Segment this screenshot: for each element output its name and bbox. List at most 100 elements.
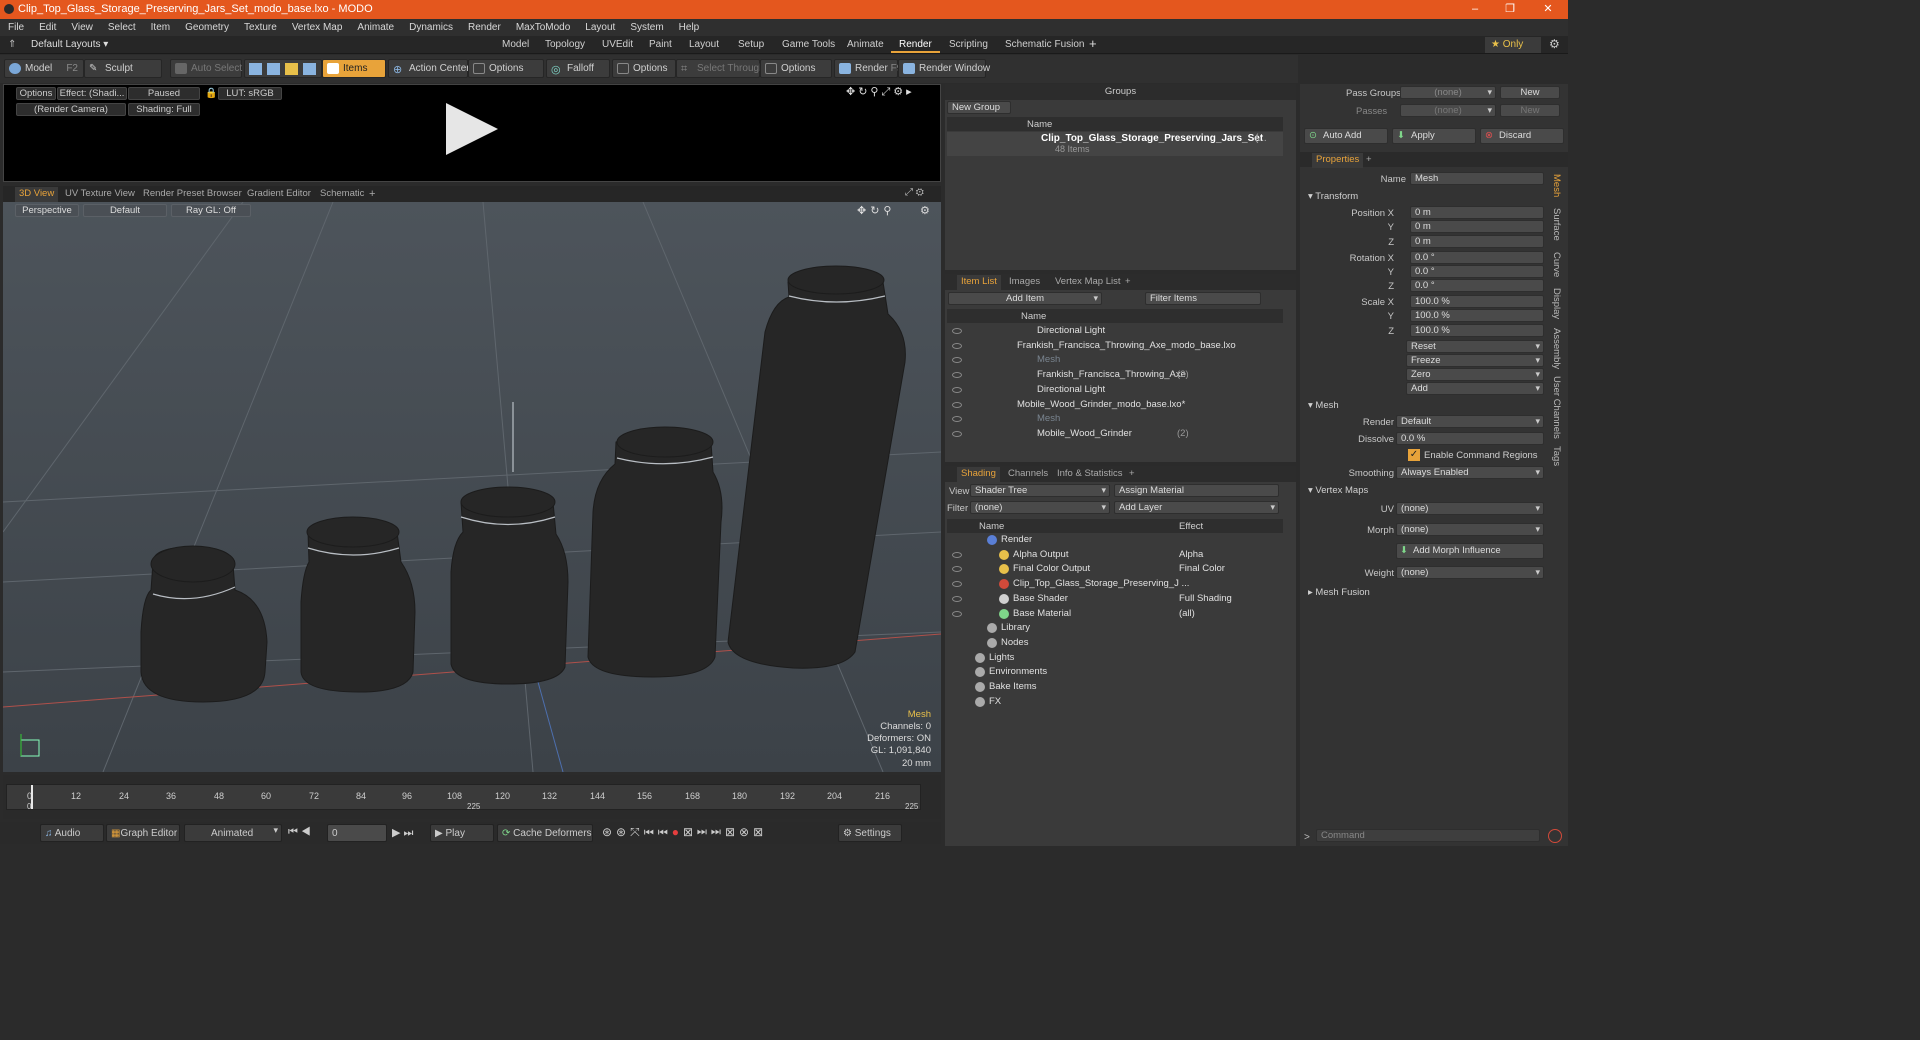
visibility-eye-icon[interactable] [952,416,962,423]
shader-layer-effect[interactable]: Full Shading [1179,593,1232,604]
render-button[interactable]: Render F9 [834,59,902,78]
add-morph-influence-button[interactable]: ⬇ Add Morph Influence [1396,543,1544,559]
action-center-options-button[interactable]: Options [468,59,544,78]
menu-geometry[interactable]: Geometry [177,19,236,33]
shader-tree-row[interactable]: Nodes [947,636,1283,650]
render-camera-dropdown[interactable]: (Render Camera) [16,103,126,116]
shader-tree-row[interactable]: Library [947,621,1283,635]
tab-game-tools[interactable]: Game Tools [774,37,843,53]
weight-dropdown[interactable]: (none) [1396,566,1544,579]
rotation-x-input[interactable]: 0.0 ° [1410,251,1544,264]
rotation-y-input[interactable]: 0.0 ° [1410,265,1544,278]
group-row[interactable]: Clip_Top_Glass_Storage_Preserving_Jars_S… [947,132,1283,156]
morph-dropdown[interactable]: (none) [1396,523,1544,536]
shader-tree-row[interactable]: Final Color Output Final Color [947,562,1283,576]
add-tab-button[interactable]: + [1125,467,1139,482]
enable-command-regions-checkbox[interactable]: ✓ [1408,449,1420,461]
tab-item-list[interactable]: Item List [957,275,1001,290]
render-preview[interactable]: Options Effect: (Shadi... Paused 🔒 LUT: … [3,84,941,182]
lock-icon[interactable]: 🔒 [205,88,217,99]
jar-5-lid[interactable] [787,265,885,295]
new-pass-group-button[interactable]: New [1500,86,1560,99]
visibility-eye-icon[interactable] [952,595,962,602]
menu-animate[interactable]: Animate [349,19,401,33]
side-tab-tags[interactable]: Tags [1551,446,1562,466]
visibility-eye-icon[interactable] [952,566,962,573]
close-button[interactable]: ✕ [1541,2,1555,16]
visibility-eye-icon[interactable] [952,430,962,437]
cache-deformers-button[interactable]: ⟳ Cache Deformers [497,824,593,842]
current-frame-field[interactable]: 0 [327,824,387,842]
menu-select[interactable]: Select [100,19,143,33]
select-through-options-button[interactable]: Options [760,59,832,78]
menu-help[interactable]: Help [671,19,707,33]
audio-button[interactable]: ♫ Audio [40,824,104,842]
sculpt-mode-button[interactable]: ✎ Sculpt [84,59,162,78]
tab-gradient-editor[interactable]: Gradient Editor [243,187,315,202]
position-y-input[interactable]: 0 m [1410,220,1544,233]
scale-y-input[interactable]: 100.0 % [1410,309,1544,322]
default-layouts-dropdown[interactable]: Default Layouts ▾ [31,39,108,50]
apply-button[interactable]: ⬇ Apply [1392,128,1476,144]
assign-material-button[interactable]: Assign Material [1114,484,1279,497]
side-tab-curve[interactable]: Curve [1551,252,1562,277]
lut-dropdown[interactable]: LUT: sRGB [218,87,282,100]
visibility-eye-icon[interactable] [952,328,962,334]
filter-items-input[interactable]: Filter Items [1145,292,1261,305]
menu-vertex-map[interactable]: Vertex Map [284,19,350,33]
settings-button[interactable]: ⚙ Settings [838,824,902,842]
dissolve-input[interactable]: 0.0 % [1396,432,1544,445]
shader-tree-row[interactable]: Alpha Output Alpha [947,548,1283,562]
position-x-input[interactable]: 0 m [1410,206,1544,219]
preview-effect-dropdown[interactable]: Effect: (Shadi... [57,87,127,100]
vertex-maps-section[interactable]: ▾ Vertex Maps [1308,485,1368,496]
command-input[interactable]: Command [1316,829,1540,842]
tab-setup[interactable]: Setup [730,37,772,53]
visibility-eye-icon[interactable] [952,372,962,379]
selection-mode-group[interactable] [244,59,322,78]
item-list-row[interactable]: Mesh [947,412,1283,426]
action-center-button[interactable]: ⊕ Action Center [388,59,470,78]
visibility-eye-icon[interactable] [952,551,962,558]
mesh-fusion-section[interactable]: ▸ Mesh Fusion [1308,587,1370,598]
viewport-settings-icon[interactable]: ⚙ [920,204,930,217]
add-layer-dropdown[interactable]: Add Layer [1114,501,1279,514]
tab-scripting[interactable]: Scripting [941,37,996,53]
falloff-button[interactable]: ◎ Falloff [546,59,610,78]
menu-maxtomodo[interactable]: MaxToModo [508,19,577,33]
tab-shading[interactable]: Shading [957,467,1000,482]
view-dropdown[interactable]: Shader Tree [970,484,1110,497]
scale-z-input[interactable]: 100.0 % [1410,324,1544,337]
keyframe-icons[interactable]: ⊛⊛⤧⏮⏮●⊠⏭⏭⊠⊗⊠ [602,825,767,840]
shader-tree-row[interactable]: Base Material (all) [947,607,1283,621]
jar-3-lid[interactable] [460,486,556,518]
graph-editor-button[interactable]: ▦Graph Editor [106,824,180,842]
side-tab-user-channels[interactable]: User Channels [1551,376,1562,439]
shading-dropdown[interactable]: Shading: Full [128,103,200,116]
skip-forward-icons[interactable]: ▶⏭ [392,826,416,840]
tab-schematic-fusion[interactable]: Schematic Fusion [997,37,1092,53]
passes-dropdown[interactable]: (none) [1400,104,1496,117]
tab-vertex-map-list[interactable]: Vertex Map List [1051,275,1124,290]
tab-model[interactable]: Model [494,37,537,53]
visibility-eye-icon[interactable] [952,342,962,349]
tab-paint[interactable]: Paint [641,37,680,53]
rotation-z-input[interactable]: 0.0 ° [1410,279,1544,292]
menu-dynamics[interactable]: Dynamics [401,19,460,33]
skip-back-icons[interactable]: ⏮◀ [288,826,314,839]
model-mode-button[interactable]: Model F2 [4,59,84,78]
item-list-row[interactable]: Directional Light [947,324,1283,338]
polygons-icon[interactable] [285,63,298,75]
side-tab-mesh[interactable]: Mesh [1551,174,1562,197]
visibility-eye-icon[interactable] [952,386,962,393]
maximize-button[interactable]: ❐ [1503,2,1517,16]
preview-nav-icons[interactable]: ✥↻⚲⤢⚙▸ [846,85,915,99]
shader-layer-effect[interactable]: Alpha [1179,549,1203,560]
shader-layer-effect[interactable]: (all) [1179,608,1195,619]
menu-edit[interactable]: Edit [31,19,63,33]
reset-dropdown[interactable]: Reset [1406,340,1544,353]
ray-gl-toggle[interactable]: Ray GL: Off [171,204,251,217]
preview-options-button[interactable]: Options [16,87,56,100]
tab-schematic[interactable]: Schematic [316,187,368,202]
materials-icon[interactable] [303,63,316,75]
